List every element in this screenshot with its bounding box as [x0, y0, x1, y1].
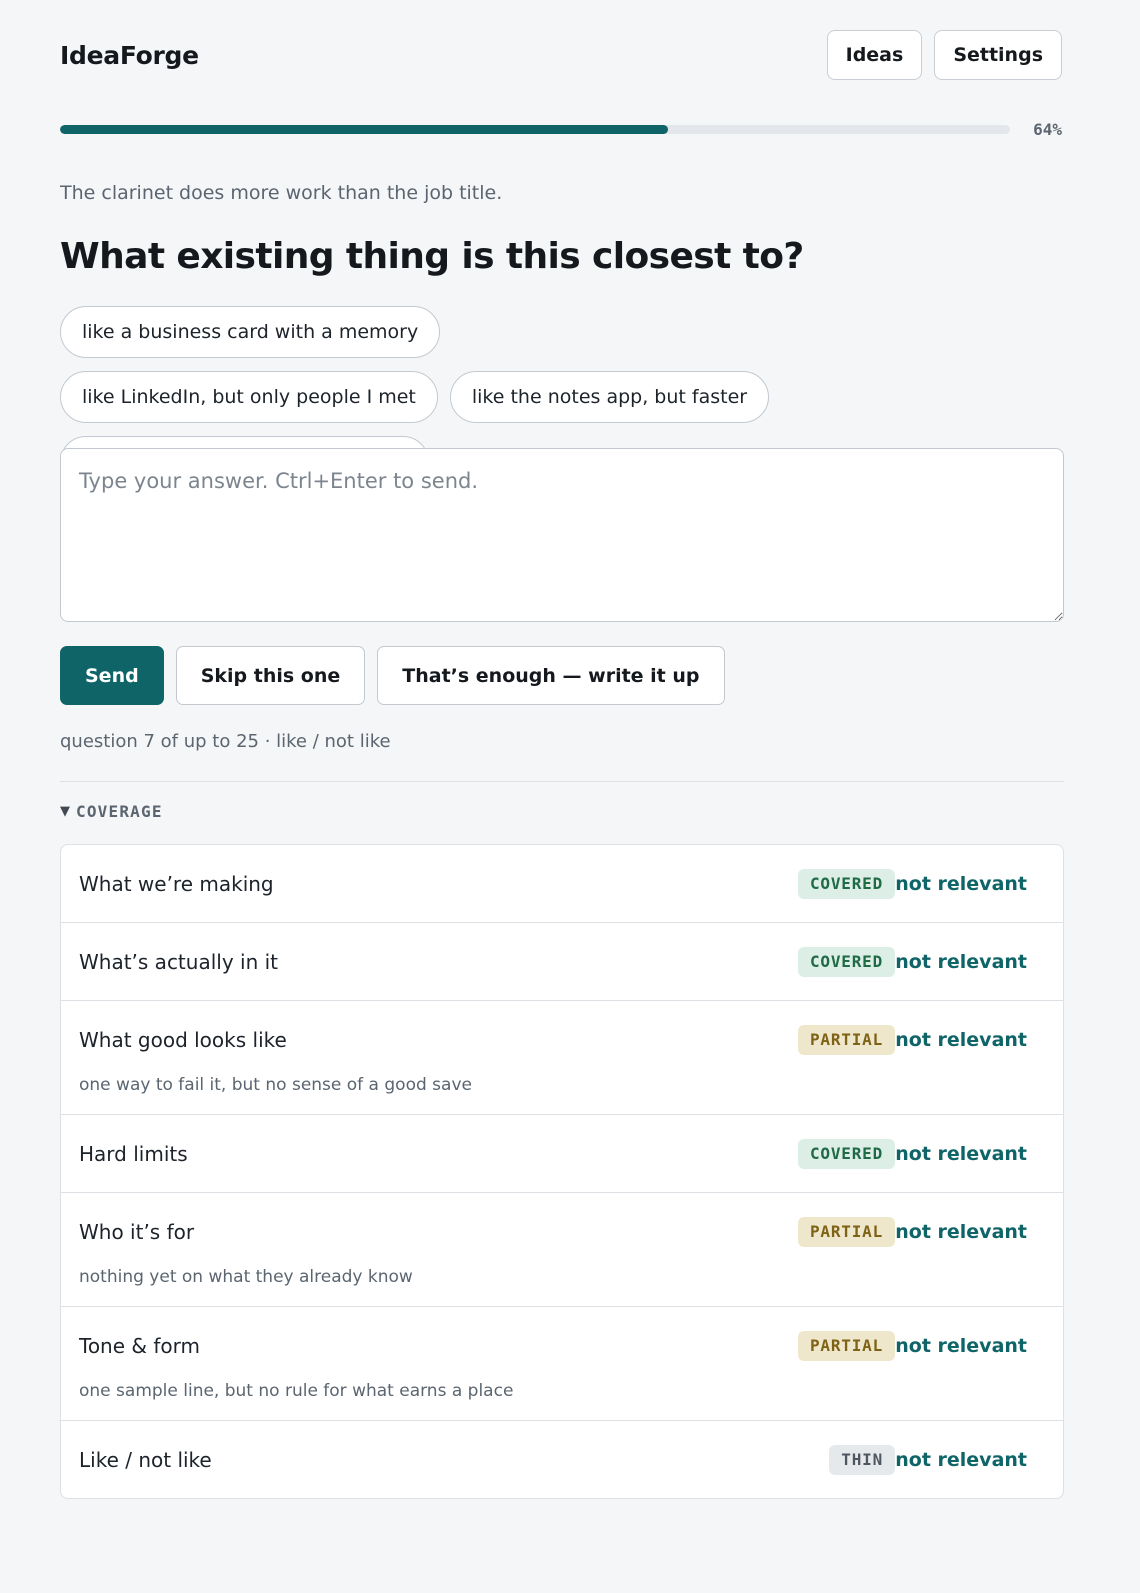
- coverage-item-note: one sample line, but no rule for what ea…: [79, 1381, 514, 1401]
- coverage-item-label: What’s actually in it: [79, 949, 279, 974]
- coverage-row-main: Hard limits COVERED not relevant: [79, 1115, 1045, 1192]
- context-line: The clarinet does more work than the job…: [60, 182, 503, 204]
- page: IdeaForge Ideas Settings 64% The clarine…: [0, 0, 1140, 1593]
- coverage-row: What good looks like PARTIAL not relevant o…: [61, 1000, 1063, 1114]
- suggestion-chip[interactable]: like the notes app, but faster: [449, 371, 770, 423]
- answer-input[interactable]: [60, 448, 1064, 622]
- status-badge: PARTIAL: [797, 1216, 895, 1247]
- coverage-row: Hard limits COVERED not relevant: [61, 1114, 1063, 1192]
- coverage-item-label: What good looks like: [79, 1027, 287, 1052]
- coverage-row-main: What good looks like PARTIAL not relevant: [79, 1001, 1045, 1078]
- coverage-toggle[interactable]: ▼ COVERAGE: [60, 802, 163, 821]
- coverage-row: What we’re making COVERED not relevant: [61, 845, 1063, 922]
- app-header: IdeaForge Ideas Settings: [60, 30, 1062, 80]
- coverage-item-note: nothing yet on what they already know: [79, 1267, 413, 1287]
- status-badge: PARTIAL: [797, 1024, 895, 1055]
- skip-button[interactable]: Skip this one: [175, 646, 366, 705]
- top-nav: Ideas Settings: [826, 30, 1062, 80]
- coverage-row-main: What we’re making COVERED not relevant: [79, 845, 1045, 922]
- not-relevant-link[interactable]: not relevant: [895, 1449, 1045, 1471]
- not-relevant-link[interactable]: not relevant: [895, 951, 1045, 973]
- coverage-list: What we’re making COVERED not relevant What…: [60, 844, 1064, 1499]
- action-buttons: Send Skip this one That’s enough — write…: [60, 646, 725, 705]
- ideas-button[interactable]: Ideas: [826, 30, 923, 80]
- caret-down-icon: ▼: [60, 804, 70, 819]
- settings-button[interactable]: Settings: [934, 30, 1062, 80]
- write-up-button[interactable]: That’s enough — write it up: [377, 646, 725, 705]
- coverage-item-label: Like / not like: [79, 1447, 212, 1472]
- coverage-row-main: Who it’s for PARTIAL not relevant: [79, 1193, 1045, 1270]
- coverage-row: Who it’s for PARTIAL not relevant nothing y…: [61, 1192, 1063, 1306]
- coverage-item-note: one way to fail it, but no sense of a go…: [79, 1075, 472, 1095]
- suggestion-chip[interactable]: like LinkedIn, but only people I met: [60, 371, 438, 423]
- not-relevant-link[interactable]: not relevant: [895, 873, 1045, 895]
- progress-row: 64%: [60, 119, 1062, 139]
- progress-track: [60, 124, 1010, 134]
- coverage-row-main: Tone & form PARTIAL not relevant: [79, 1307, 1045, 1384]
- coverage-item-label: Hard limits: [79, 1141, 188, 1166]
- coverage-item-label: What we’re making: [79, 871, 274, 896]
- section-divider: [60, 781, 1064, 782]
- suggestion-chip[interactable]: like a business card with a memory: [60, 306, 441, 358]
- progress-fill: [60, 124, 668, 134]
- coverage-row: Like / not like THIN not relevant: [61, 1420, 1063, 1498]
- not-relevant-link[interactable]: not relevant: [895, 1143, 1045, 1165]
- coverage-title: COVERAGE: [76, 802, 163, 821]
- coverage-row: What’s actually in it COVERED not relevant: [61, 922, 1063, 1000]
- coverage-row-main: Like / not like THIN not relevant: [79, 1421, 1045, 1498]
- not-relevant-link[interactable]: not relevant: [895, 1335, 1045, 1357]
- not-relevant-link[interactable]: not relevant: [895, 1221, 1045, 1243]
- status-badge: PARTIAL: [797, 1330, 895, 1361]
- status-badge: COVERED: [797, 946, 895, 977]
- coverage-item-label: Tone & form: [79, 1333, 200, 1358]
- question-title: What existing thing is this closest to?: [60, 236, 804, 277]
- status-badge: THIN: [829, 1444, 895, 1475]
- progress-percent: 64%: [1033, 119, 1062, 139]
- not-relevant-link[interactable]: not relevant: [895, 1029, 1045, 1051]
- coverage-row-main: What’s actually in it COVERED not relevant: [79, 923, 1045, 1000]
- status-badge: COVERED: [797, 868, 895, 899]
- question-meta: question 7 of up to 25 · like / not like: [60, 731, 391, 752]
- coverage-item-label: Who it’s for: [79, 1219, 195, 1244]
- send-button[interactable]: Send: [60, 646, 164, 705]
- coverage-row: Tone & form PARTIAL not relevant one sample…: [61, 1306, 1063, 1420]
- status-badge: COVERED: [797, 1138, 895, 1169]
- app-title: IdeaForge: [60, 40, 199, 70]
